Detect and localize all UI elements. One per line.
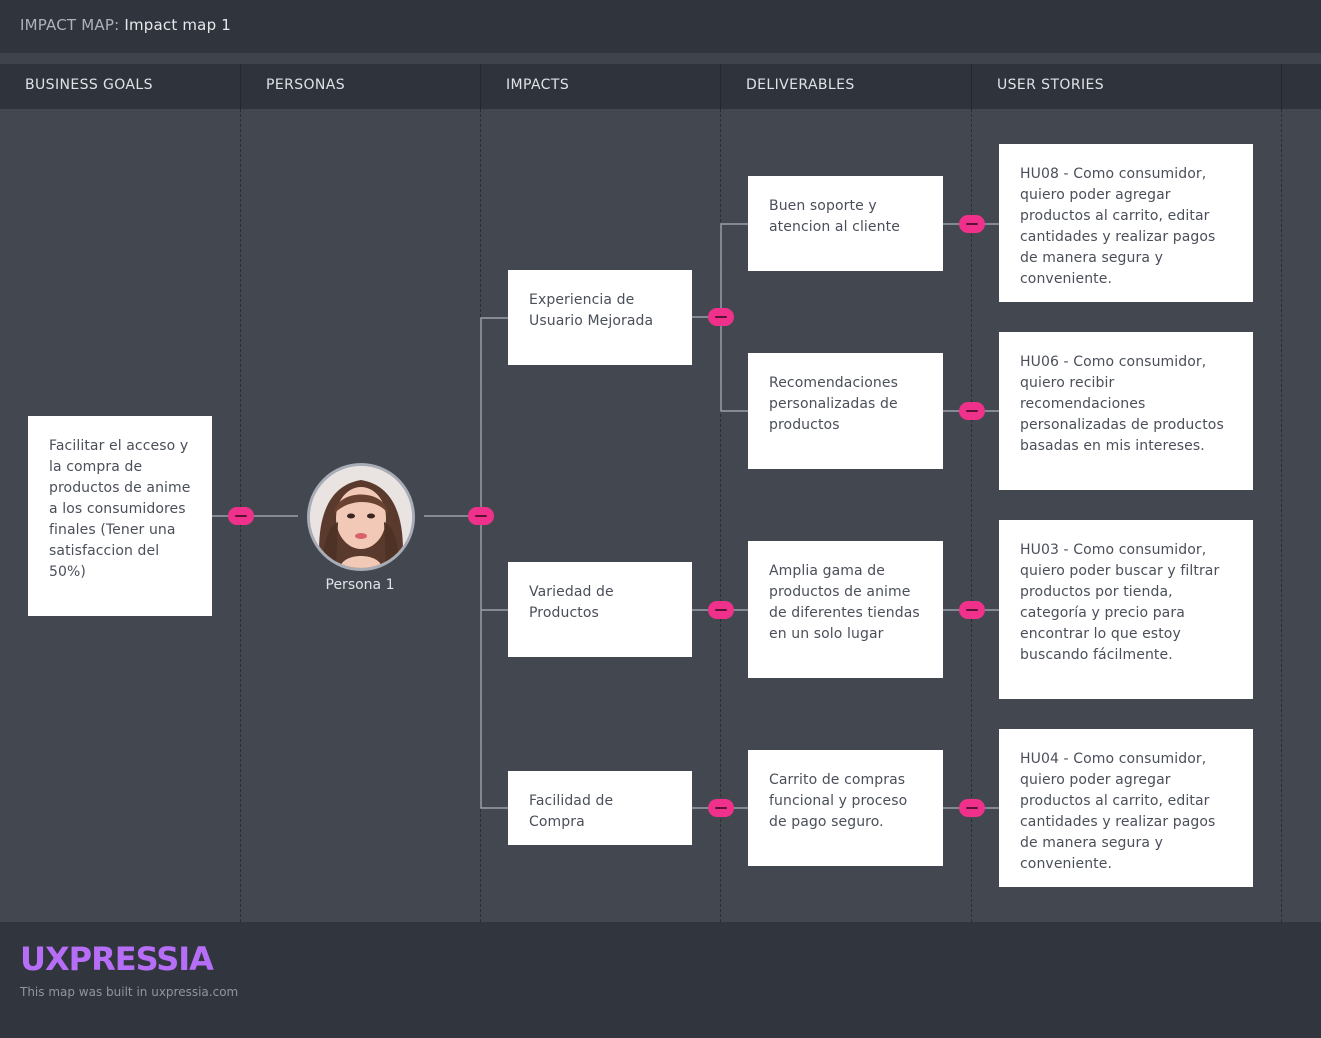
map-title-label: IMPACT MAP: [20, 16, 120, 34]
impact-card[interactable]: Variedad de Productos [508, 562, 692, 657]
column-header-label: PERSONAS [266, 77, 346, 93]
map-title-name[interactable]: Impact map 1 [124, 16, 231, 34]
column-header-label: DELIVERABLES [746, 77, 855, 93]
column-header-deliverables[interactable]: DELIVERABLES [721, 64, 972, 109]
built-with-text[interactable]: This map was built in uxpressia.com [20, 985, 238, 999]
deliverable-card[interactable]: Recomendaciones personalizadas de produc… [748, 353, 943, 469]
top-bar: IMPACT MAP: Impact map 1 [0, 0, 1321, 53]
column-header-business-goals[interactable]: BUSINESS GOALS [0, 64, 241, 109]
column-header-row: BUSINESS GOALS PERSONAS IMPACTS DELIVERA… [0, 64, 1321, 109]
column-header-impacts[interactable]: IMPACTS [481, 64, 721, 109]
business-goal-card[interactable]: Facilitar el acceso y la compra de produ… [28, 416, 212, 616]
collapse-handle[interactable] [959, 402, 985, 420]
collapse-handle[interactable] [708, 601, 734, 619]
impact-card[interactable]: Facilidad de Compra [508, 771, 692, 845]
persona-name[interactable]: Persona 1 [300, 577, 420, 593]
deliverable-card[interactable]: Buen soporte y atencion al cliente [748, 176, 943, 271]
column-header-label: USER STORIES [997, 77, 1105, 93]
footer: UXPRESSIA This map was built in uxpressi… [0, 922, 1321, 1038]
collapse-handle[interactable] [959, 601, 985, 619]
user-story-card[interactable]: HU08 - Como consumidor, quiero poder agr… [999, 144, 1253, 302]
column-header-label: BUSINESS GOALS [25, 77, 153, 93]
user-story-card[interactable]: HU04 - Como consumidor, quiero poder agr… [999, 729, 1253, 887]
header-gap [0, 53, 1321, 64]
deliverable-card[interactable]: Amplia gama de productos de anime de dif… [748, 541, 943, 678]
persona-photo [310, 466, 412, 568]
deliverable-card[interactable]: Carrito de compras funcional y proceso d… [748, 750, 943, 866]
column-header-personas[interactable]: PERSONAS [241, 64, 481, 109]
column-header-label: IMPACTS [506, 77, 570, 93]
collapse-handle[interactable] [959, 215, 985, 233]
collapse-handle[interactable] [468, 507, 494, 525]
collapse-handle[interactable] [959, 799, 985, 817]
map-title: IMPACT MAP: Impact map 1 [20, 16, 231, 34]
persona-avatar[interactable] [307, 463, 415, 571]
user-story-card[interactable]: HU06 - Como consumidor, quiero recibir r… [999, 332, 1253, 490]
column-divider [1281, 109, 1282, 922]
uxpressia-logo[interactable]: UXPRESSIA [20, 940, 214, 978]
collapse-handle[interactable] [228, 507, 254, 525]
collapse-handle[interactable] [708, 799, 734, 817]
user-story-card[interactable]: HU03 - Como consumidor, quiero poder bus… [999, 520, 1253, 699]
impact-card[interactable]: Experiencia de Usuario Mejorada [508, 270, 692, 365]
collapse-handle[interactable] [708, 308, 734, 326]
column-header-user-stories[interactable]: USER STORIES [972, 64, 1282, 109]
